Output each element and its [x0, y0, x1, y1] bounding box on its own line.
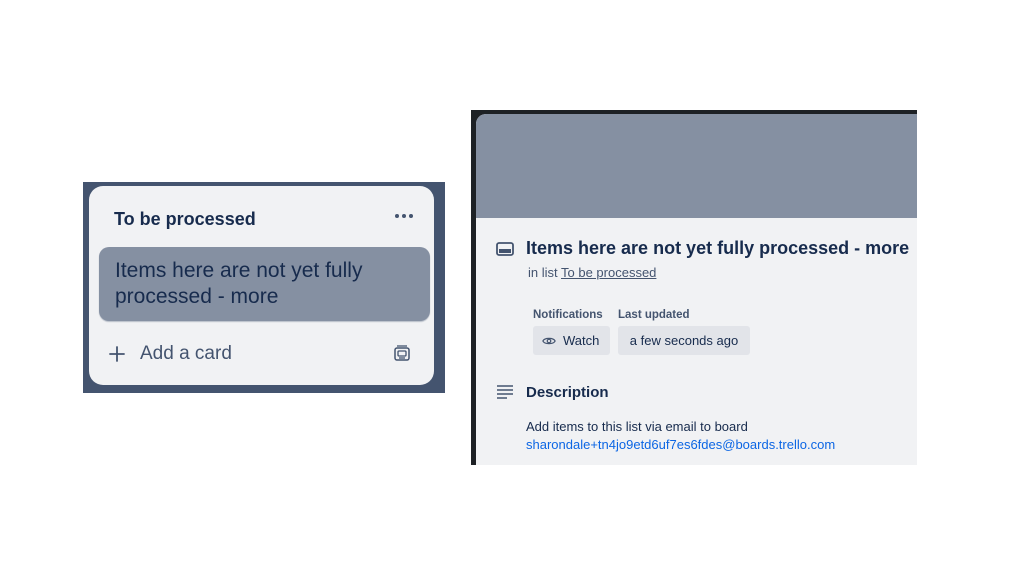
last-updated-button[interactable]: a few seconds ago	[618, 326, 750, 355]
ellipsis-icon[interactable]	[392, 204, 416, 228]
card-title: Items here are not yet fully processed -…	[115, 259, 363, 308]
list-card[interactable]: Items here are not yet fully processed -…	[99, 247, 430, 321]
notifications-label: Notifications	[533, 309, 603, 321]
eye-icon	[542, 337, 556, 344]
watch-button[interactable]: Watch	[533, 326, 610, 355]
add-card-button[interactable]: Add a card	[107, 341, 232, 367]
card-detail-frame: Items here are not yet fully processed -…	[471, 110, 917, 465]
card-detail: Items here are not yet fully processed -…	[476, 114, 917, 465]
watch-label: Watch	[563, 333, 600, 348]
in-list-text: in list To be processed	[528, 265, 656, 280]
card-detail-title[interactable]: Items here are not yet fully processed -…	[526, 238, 909, 259]
description-icon	[497, 385, 513, 399]
list-title[interactable]: To be processed	[114, 209, 256, 230]
description-heading: Description	[526, 384, 609, 401]
email-link[interactable]: sharondale+tn4jo9etd6uf7es6fdes@boards.t…	[526, 436, 835, 454]
last-updated-label: Last updated	[618, 309, 690, 321]
add-card-label: Add a card	[140, 343, 232, 364]
plus-icon	[109, 346, 125, 362]
in-list-link[interactable]: To be processed	[561, 265, 656, 280]
in-list-prefix: in list	[528, 265, 558, 280]
card-template-icon[interactable]	[392, 344, 412, 364]
description-body: Add items to this list via email to boar…	[526, 419, 748, 434]
last-updated-value: a few seconds ago	[629, 333, 739, 348]
card-icon	[496, 242, 514, 256]
description-text[interactable]: Add items to this list via email to boar…	[526, 418, 835, 454]
list-panel-frame: To be processed Items here are not yet f…	[83, 182, 445, 393]
list-column: To be processed Items here are not yet f…	[89, 186, 434, 385]
card-cover[interactable]	[476, 114, 917, 218]
